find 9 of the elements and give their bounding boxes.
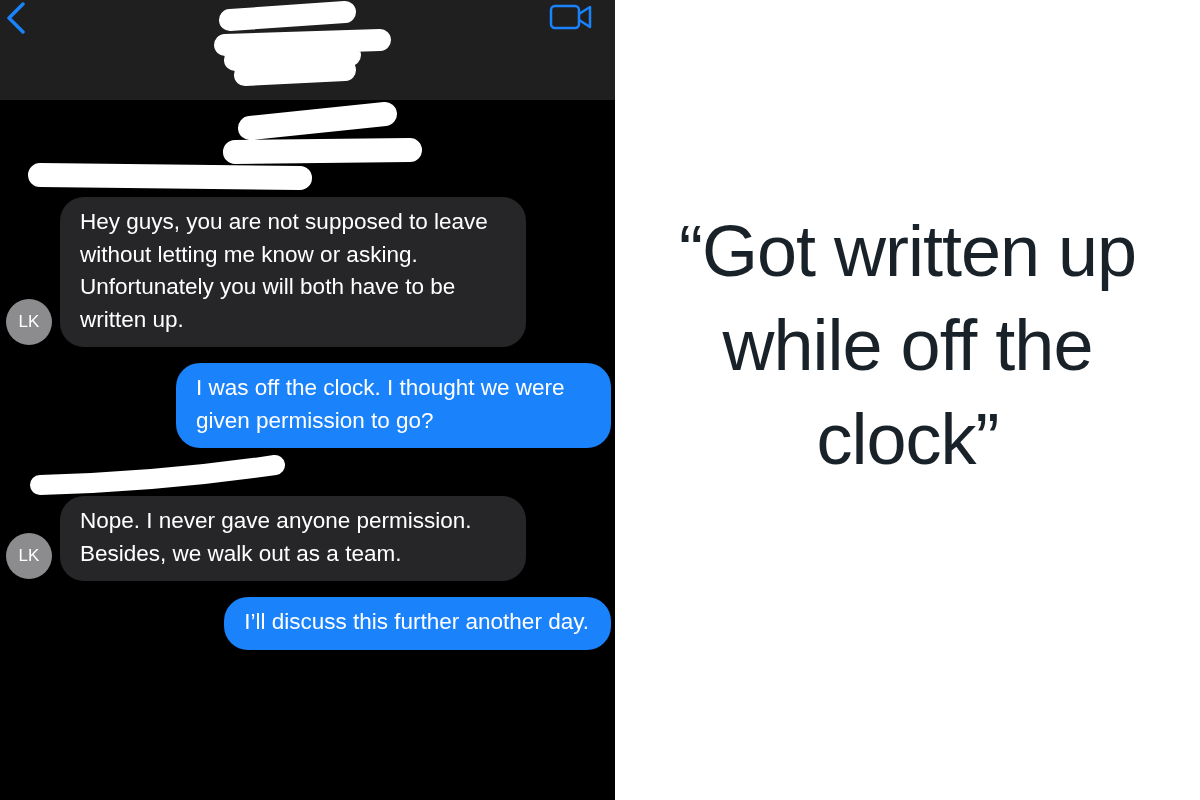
message-bubble: I was off the clock. I thought we were given permission to go? [176,363,611,448]
back-icon[interactable] [6,2,26,34]
avatar: LK [6,299,52,345]
avatar: LK [6,533,52,579]
video-call-icon[interactable] [549,3,593,31]
message-bubble: I’ll discuss this further another day. [224,597,611,650]
caption: “Got written up while off the clock” [677,210,1138,481]
message-bubble: Nope. I never gave anyone permission. Besides, we walk out as a team. [60,496,526,581]
message-bubble: Hey guys, you are not supposed to leave without letting me know or asking. Unfortunately you will both have to be written up. [60,197,526,347]
